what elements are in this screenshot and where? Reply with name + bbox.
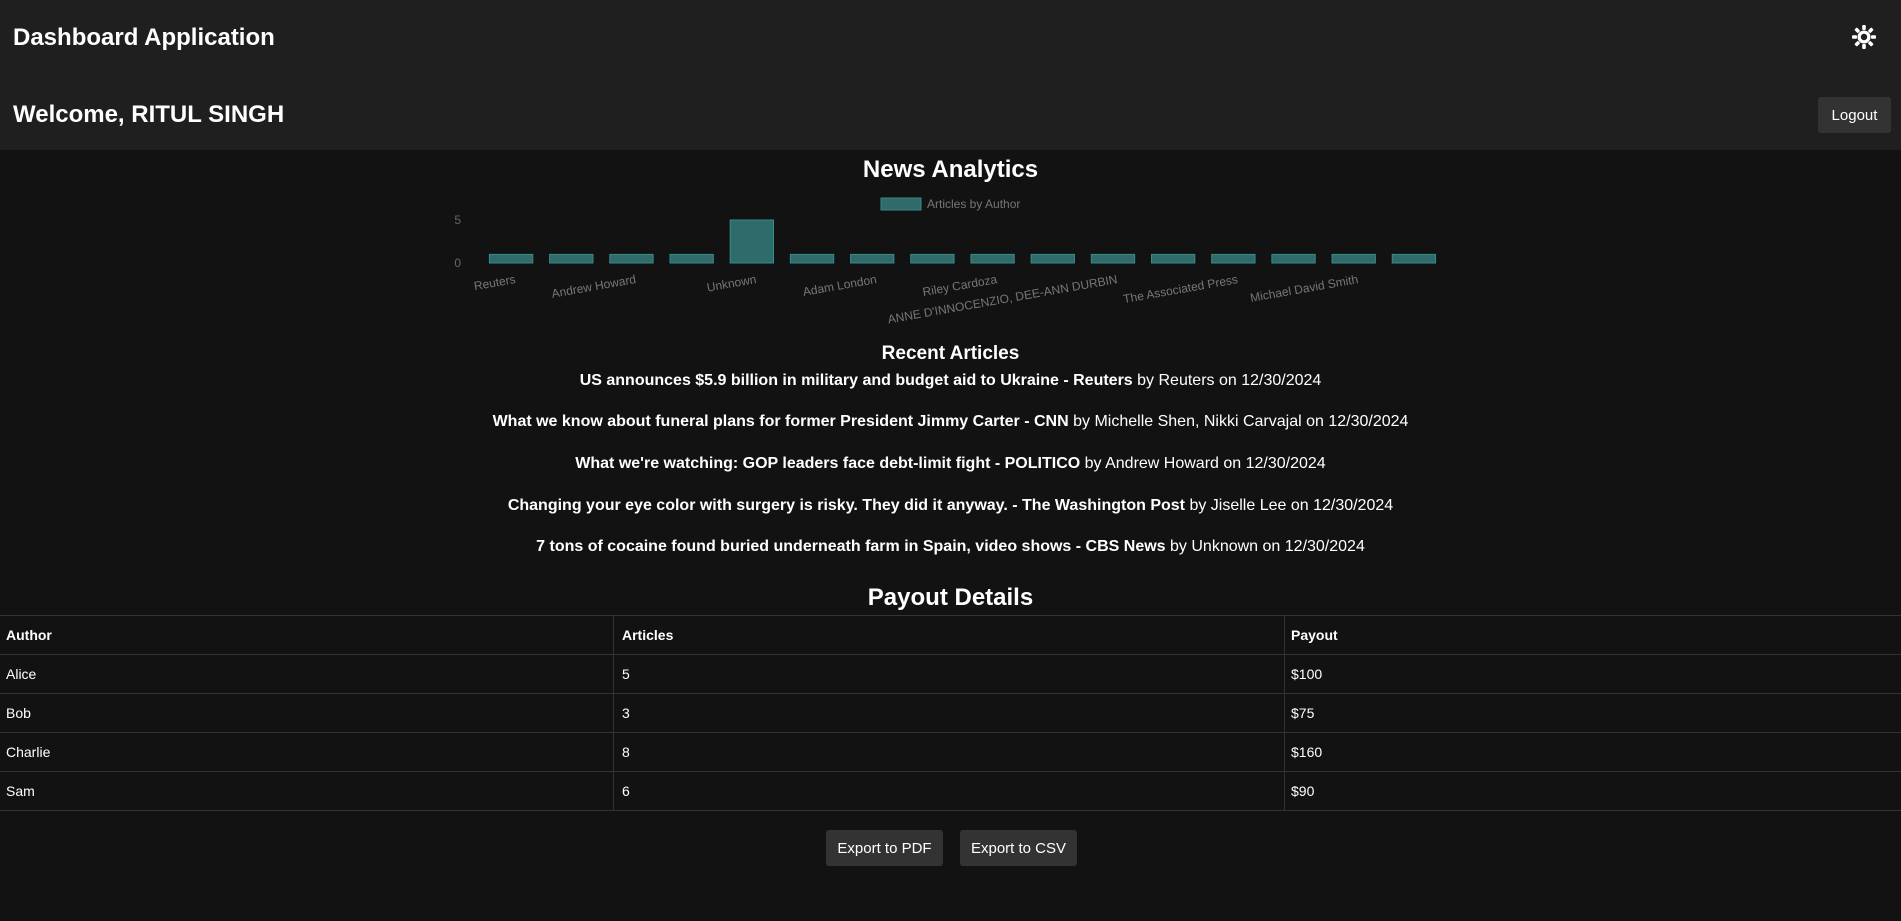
payout-title: Payout Details: [867, 584, 1034, 611]
y-tick-label: 0: [454, 256, 461, 270]
cell-author: Sam: [0, 771, 614, 811]
article-item[interactable]: 7 tons of cocaine found buried underneat…: [0, 537, 1901, 557]
chart-bar: [488, 253, 534, 264]
article-byline: by Andrew Howard on 12/30/2024: [1084, 455, 1326, 472]
chart-bar: [669, 253, 714, 264]
article-title[interactable]: What we know about funeral plans for for…: [493, 413, 1069, 430]
recent-articles-title: Recent Articles: [881, 343, 1020, 364]
column-header-author: Author: [0, 615, 614, 655]
article-item[interactable]: Changing your eye color with surgery is …: [0, 496, 1901, 516]
x-tick-label: Andrew Howard: [550, 272, 637, 301]
chart-bar: [609, 253, 654, 264]
cell-payout: $90: [1284, 771, 1901, 811]
article-byline: by Unknown on 12/30/2024: [1170, 538, 1365, 555]
chart-bar: [1391, 253, 1437, 264]
table-row: Sam 6 $90: [0, 771, 1901, 811]
export-pdf-button[interactable]: Export to PDF: [826, 830, 943, 866]
x-tick-label: The Associated Press: [1122, 272, 1239, 306]
top-bar: Dashboard Application Welcome, RITUL SIN…: [0, 0, 1901, 150]
articles-by-author-chart: Articles by Author 0 5 Reuters Andrew Howard…: [454, 197, 1437, 326]
x-tick-label: Unknown: [706, 272, 758, 294]
cell-author: Bob: [0, 693, 614, 733]
article-title[interactable]: What we're watching: GOP leaders face de…: [575, 455, 1080, 472]
table-row: Alice 5 $100: [0, 654, 1901, 694]
chart-bar: [1331, 253, 1376, 264]
column-header-payout: Payout: [1284, 615, 1901, 655]
sun-icon: [1852, 25, 1876, 49]
cell-payout: $75: [1284, 693, 1901, 733]
article-byline: by Jiselle Lee on 12/30/2024: [1189, 497, 1394, 514]
analytics-title: News Analytics: [862, 156, 1039, 183]
chart-bar: [1150, 253, 1196, 264]
article-item[interactable]: What we're watching: GOP leaders face de…: [0, 454, 1901, 474]
chart-bar: [910, 253, 955, 264]
article-title[interactable]: US announces $5.9 billion in military an…: [580, 372, 1133, 389]
cell-articles: 3: [613, 693, 1285, 733]
legend-label: Articles by Author: [927, 197, 1020, 211]
chart-bar: [970, 253, 1015, 264]
cell-articles: 5: [613, 654, 1285, 694]
logout-button[interactable]: Logout: [1818, 97, 1891, 133]
table-header-row: Author Articles Payout: [0, 615, 1901, 655]
y-tick-label: 5: [454, 213, 461, 227]
chart-bar: [1271, 253, 1316, 264]
cell-payout: $160: [1284, 732, 1901, 772]
export-csv-button[interactable]: Export to CSV: [960, 830, 1077, 866]
x-tick-label: Adam London: [802, 272, 878, 299]
table-row: Bob 3 $75: [0, 693, 1901, 733]
chart-bar: [850, 253, 895, 264]
article-item[interactable]: US announces $5.9 billion in military an…: [0, 371, 1901, 391]
article-byline: by Reuters on 12/30/2024: [1137, 372, 1322, 389]
article-title[interactable]: 7 tons of cocaine found buried underneat…: [536, 538, 1165, 555]
article-title[interactable]: Changing your eye color with surgery is …: [508, 497, 1185, 514]
chart-bar: [549, 253, 594, 264]
table-row: Charlie 8 $160: [0, 732, 1901, 772]
chart-bar: [729, 219, 775, 264]
column-header-articles: Articles: [613, 615, 1285, 655]
legend-swatch: [880, 197, 922, 211]
payout-table: Author Articles Payout Alice 5 $100 Bob …: [0, 615, 1901, 811]
chart-bar: [1030, 253, 1075, 264]
cell-author: Charlie: [0, 732, 614, 772]
welcome-message: Welcome, RITUL SINGH: [13, 101, 285, 128]
x-tick-label: Reuters: [473, 272, 517, 293]
cell-payout: $100: [1284, 654, 1901, 694]
chart-bar: [789, 253, 835, 264]
theme-toggle-button[interactable]: [1850, 23, 1878, 51]
chart-bar: [1211, 253, 1256, 264]
cell-articles: 8: [613, 732, 1285, 772]
article-byline: by Michelle Shen, Nikki Carvajal on 12/3…: [1073, 413, 1409, 430]
app-title: Dashboard Application: [13, 24, 275, 51]
article-item[interactable]: What we know about funeral plans for for…: [0, 412, 1901, 432]
chart-bar: [1090, 253, 1136, 264]
cell-author: Alice: [0, 654, 614, 694]
cell-articles: 6: [613, 771, 1285, 811]
x-tick-label: Michael David Smith: [1249, 272, 1359, 305]
x-tick-label: ANNE D'INNOCENZIO, DEE-ANN DURBIN: [887, 272, 1119, 326]
